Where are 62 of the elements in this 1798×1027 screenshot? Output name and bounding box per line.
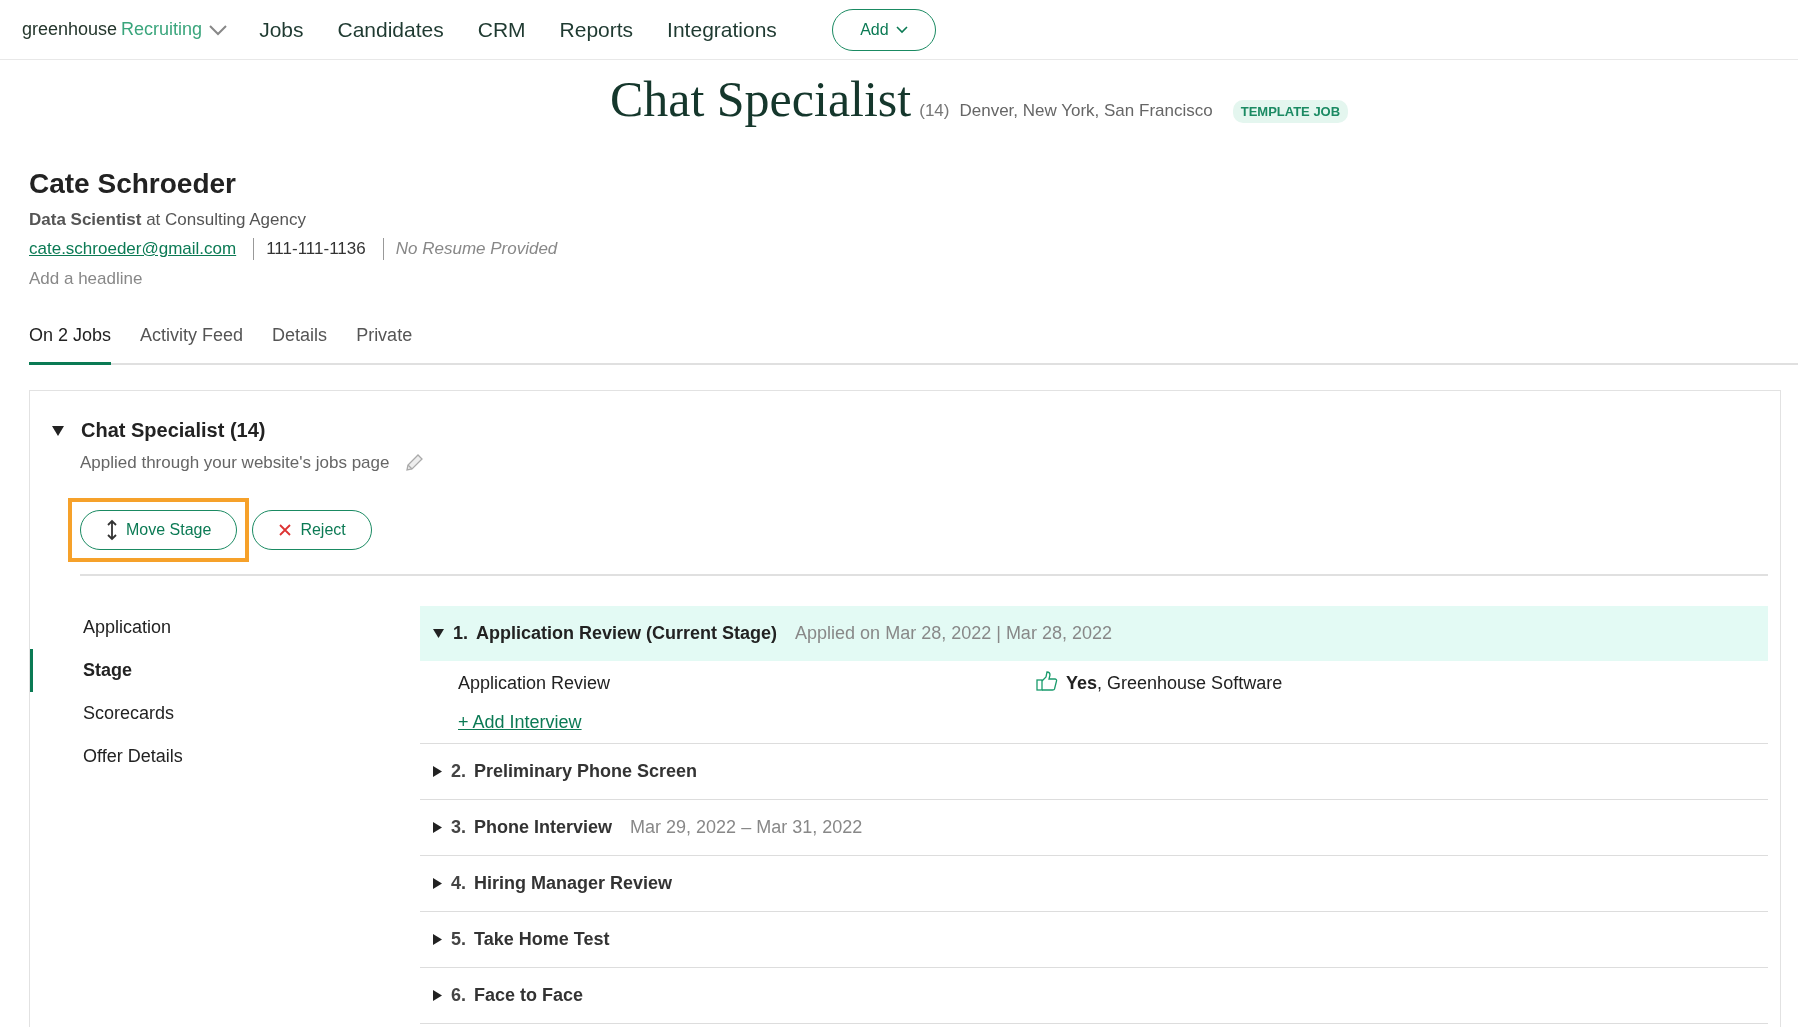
- nav-link[interactable]: Reports: [559, 17, 634, 42]
- tab[interactable]: Private: [356, 311, 413, 365]
- expand-triangle-icon: [433, 766, 442, 777]
- stage-number: 6.: [451, 985, 466, 1006]
- tab[interactable]: Activity Feed: [140, 311, 244, 365]
- add-interview-link[interactable]: + Add Interview: [458, 712, 582, 733]
- stage-row[interactable]: 5. Take Home Test: [420, 912, 1768, 967]
- chevron-down-icon: [895, 25, 908, 34]
- stage-dates: Applied on Mar 28, 2022 | Mar 28, 2022: [795, 623, 1112, 644]
- move-stage-button[interactable]: Move Stage: [80, 510, 238, 550]
- vertical-arrows-icon: [106, 519, 118, 541]
- side-nav-item[interactable]: Offer Details: [30, 735, 420, 778]
- nav-link[interactable]: Integrations: [667, 17, 777, 42]
- reject-button[interactable]: Reject: [252, 510, 372, 550]
- add-headline-link[interactable]: Add a headline: [29, 269, 143, 289]
- phone-number: 111-111-1136: [266, 239, 366, 259]
- expand-triangle-icon: [433, 990, 442, 1001]
- interview-name: Application Review: [458, 673, 612, 694]
- stage-row[interactable]: 6. Face to Face: [420, 968, 1768, 1023]
- job-title: Chat Specialist: [609, 70, 912, 128]
- no-resume-text: No Resume Provided: [395, 239, 558, 259]
- add-button[interactable]: Add: [831, 8, 936, 51]
- stage-title: Preliminary Phone Screen: [474, 761, 698, 782]
- nav-link[interactable]: Jobs: [259, 17, 304, 42]
- template-job-badge: TEMPLATE JOB: [1232, 100, 1349, 123]
- collapse-triangle-icon[interactable]: [52, 425, 64, 436]
- expand-triangle-icon: [433, 934, 442, 945]
- stage-number: 1.: [453, 623, 468, 644]
- stage-title: Take Home Test: [474, 929, 610, 950]
- candidate-name: Cate Schroeder: [29, 168, 237, 200]
- logo-brand-text[interactable]: greenhouse: [22, 19, 118, 40]
- stage-title: Phone Interview: [474, 817, 613, 838]
- side-nav-item[interactable]: Scorecards: [30, 692, 420, 735]
- tab[interactable]: Details: [272, 311, 328, 365]
- tab[interactable]: On 2 Jobs: [29, 311, 112, 365]
- stage-number: 3.: [451, 817, 466, 838]
- collapse-triangle-icon: [433, 629, 444, 638]
- nav-link[interactable]: CRM: [477, 17, 526, 42]
- stage-number: 2.: [451, 761, 466, 782]
- stage-title: Face to Face: [474, 985, 584, 1006]
- expand-triangle-icon: [433, 822, 442, 833]
- job-locations: Denver, New York, San Francisco: [959, 101, 1213, 121]
- stage-title: Application Review (Current Stage): [476, 623, 778, 644]
- stage-number: 4.: [451, 873, 466, 894]
- stage-row[interactable]: 2. Preliminary Phone Screen: [420, 744, 1768, 799]
- close-icon: [278, 523, 293, 537]
- stage-title: Hiring Manager Review: [474, 873, 673, 894]
- job-card-title: Chat Specialist (14): [81, 419, 266, 442]
- stage-row[interactable]: 3. Phone Interview Mar 29, 2022 – Mar 31, 2022: [420, 800, 1768, 855]
- candidate-headline: Data Scientist at Consulting Agency: [29, 210, 307, 230]
- stage-number: 5.: [451, 929, 466, 950]
- stage-row[interactable]: 4. Hiring Manager Review: [420, 856, 1768, 911]
- current-stage-row[interactable]: 1. Application Review (Current Stage) Applied on Mar 28, 2022 | Mar 28, 2022: [420, 606, 1768, 661]
- application-source-text: Applied through your website's jobs page: [80, 453, 390, 473]
- email-link[interactable]: cate.schroeder@gmail.com: [29, 239, 237, 259]
- stage-dates: Mar 29, 2022 – Mar 31, 2022: [630, 817, 863, 838]
- expand-triangle-icon: [433, 878, 442, 889]
- chevron-down-icon[interactable]: [208, 23, 229, 36]
- nav-link[interactable]: Candidates: [337, 17, 444, 42]
- scorecard-decision: Yes, Greenhouse Software: [1066, 673, 1283, 694]
- job-count: (14): [919, 101, 950, 121]
- side-nav-item[interactable]: Application: [30, 606, 420, 649]
